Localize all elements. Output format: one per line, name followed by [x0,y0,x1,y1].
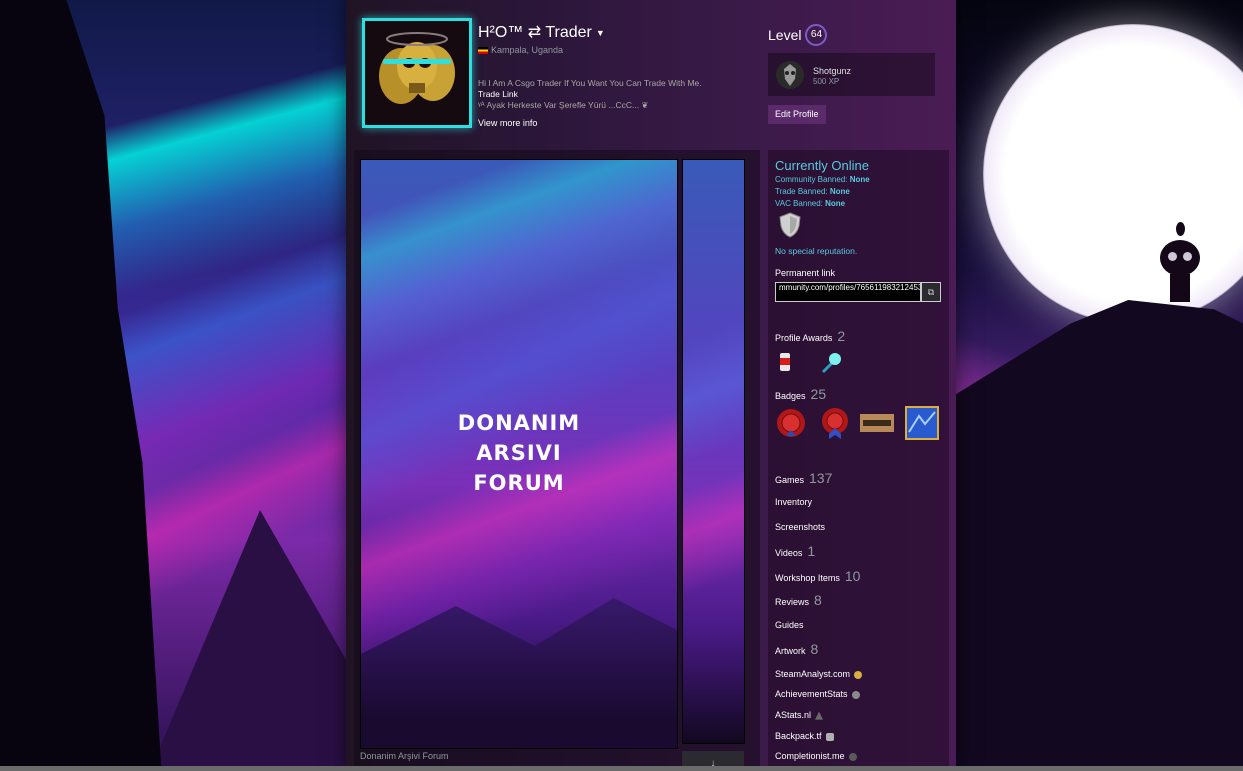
edit-profile-button[interactable]: Edit Profile [768,105,826,124]
artwork-title: DONANIM ARSIVI FORUM [457,411,581,495]
red-seal-badge-icon[interactable] [774,406,808,440]
vac-ban-status: VAC Banned: None [775,199,846,208]
inventory-link[interactable]: Inventory [775,497,812,507]
artwork-link[interactable]: Artwork 8 [775,641,818,657]
bottom-scrollbar[interactable] [0,766,1243,771]
steamanalyst-icon [854,670,863,679]
favorite-badge-name: Shotgunz [813,66,852,76]
achievementstats-icon [851,690,860,699]
artwork-showcase: DONANIM ARSIVI FORUM Donanim Arşivi Foru… [354,150,760,771]
profile-awards-link[interactable]: Profile Awards 2 [775,328,845,344]
artwork-side-image[interactable] [682,159,745,744]
artwork-caption: Donanim Arşivi Forum [360,751,449,761]
location-text: Kampala, Uganda [491,45,564,55]
reviews-link[interactable]: Reviews 8 [775,592,822,608]
chevron-down-icon: ▼ [595,27,605,38]
trade-ban-status: Trade Banned: None [775,187,850,196]
steamanalyst-link[interactable]: SteamAnalyst.com [775,669,863,679]
years-of-service-badge-icon[interactable] [860,406,894,440]
skull-avatar-icon [365,21,469,125]
profile-right-column: Currently Online Community Banned: None … [768,150,949,771]
uganda-flag-icon [478,47,488,55]
completionist-link[interactable]: Completionist.me [775,751,857,761]
trade-link[interactable]: Trade Link [478,89,758,100]
favorite-badge[interactable]: Shotgunz 500 XP [768,53,935,96]
videos-link[interactable]: Videos 1 [775,543,815,559]
background-rock-right [956,300,1243,771]
profile-page: H²O™ ⇄ Trader ▼ Kampala, Uganda Hi I Am A… [346,0,956,771]
level-badge[interactable]: 64 [805,24,828,46]
badges-link[interactable]: Badges 25 [775,386,826,402]
artwork-main-image[interactable]: DONANIM ARSIVI FORUM [360,159,678,749]
community-ban-status: Community Banned: None [775,175,870,184]
online-status: Currently Online [775,158,869,173]
shotgunz-badge-icon [776,61,804,89]
astats-link[interactable]: AStats.nl [775,710,824,720]
copy-icon[interactable]: ⧉ [921,282,941,302]
favorite-badge-xp: 500 XP [813,77,840,86]
avatar[interactable] [362,18,472,128]
shield-icon [779,212,801,238]
level-label: Level [768,27,802,43]
guides-link[interactable]: Guides [775,620,804,630]
comet-award-icon[interactable] [819,350,843,374]
red-seal-ribbon-badge-icon[interactable] [818,406,852,440]
persona-name: H²O™ ⇄ Trader [478,24,592,41]
backpack-link[interactable]: Backpack.tf [775,731,834,741]
backpack-icon [825,732,834,741]
achievementstats-link[interactable]: AchievementStats [775,689,860,699]
workshop-items-link[interactable]: Workshop Items 10 [775,568,860,584]
reputation-text: No special reputation. [775,246,858,256]
profile-header: H²O™ ⇄ Trader ▼ Kampala, Uganda Hi I Am A… [346,0,956,148]
completionist-icon [848,752,857,761]
blue-card-badge-icon[interactable] [905,406,939,440]
persona-name-dropdown[interactable]: H²O™ ⇄ Trader ▼ [478,22,605,42]
games-link[interactable]: Games 137 [775,470,832,486]
level-block: Level 64 [768,24,828,46]
screenshots-link[interactable]: Screenshots [775,522,825,532]
soda-can-award-icon[interactable] [773,350,797,374]
permanent-link-label: Permanent link [775,268,836,278]
view-more-info-link[interactable]: View more info [478,118,537,128]
location: Kampala, Uganda [478,45,563,55]
profile-summary: Hi I Am A Csgo Trader If You Want You Ca… [478,78,758,111]
permanent-link-field[interactable]: mmunity.com/profiles/76561198321245338 [775,282,921,302]
summary-line: ᵞᴬ Ayak Herkeste Var Şerefle Yürü ...CcC… [478,100,649,110]
background-robot-figure [1160,222,1200,302]
summary-line: Hi I Am A Csgo Trader If You Want You Ca… [478,78,702,88]
astats-icon [815,711,824,720]
